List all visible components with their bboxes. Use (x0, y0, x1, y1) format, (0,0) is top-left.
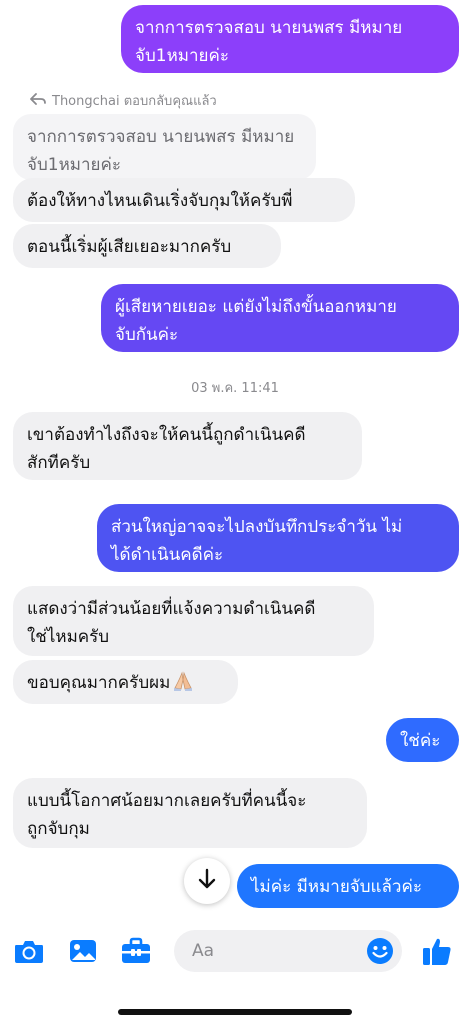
message-incoming[interactable]: ตอนนี้เริ่มผู้เสียเยอะมากครับ (13, 224, 281, 268)
arrow-down-icon (197, 868, 217, 894)
message-incoming[interactable]: ต้องให้ทางไหนเดินเริ่งจับกุมให้ครับพี่ (13, 178, 355, 222)
thumbs-up-icon[interactable] (420, 934, 454, 968)
composer-bar: Aa (0, 926, 470, 982)
timestamp: 03 พ.ค. 11:41 (191, 381, 279, 396)
folded-hands-icon (172, 670, 194, 692)
reply-arrow-icon (30, 92, 46, 109)
message-incoming[interactable]: แบบนี้โอกาศน้อยมากเลยครับที่คนนี้จะ ถูกจ… (13, 778, 367, 848)
reply-note: Thongchai ตอบกลับคุณแล้ว (30, 90, 217, 111)
message-outgoing[interactable]: ไม่ค่ะ มีหมายจับแล้วค่ะ (237, 864, 459, 908)
camera-icon[interactable] (12, 934, 46, 968)
scroll-to-bottom-button[interactable] (184, 858, 230, 904)
home-indicator (118, 1009, 352, 1015)
image-icon[interactable] (66, 934, 100, 968)
message-outgoing[interactable]: จากการตรวจสอบ นายนพสร มีหมาย จับ1หมายค่ะ (121, 5, 459, 73)
message-incoming[interactable]: เขาต้องทำไงถึงจะให้คนนี้ถูกดำเนินคดี สัก… (13, 412, 362, 480)
message-outgoing[interactable]: ใช่ค่ะ (386, 718, 459, 762)
toolbox-icon[interactable] (119, 934, 153, 968)
reply-note-text: Thongchai ตอบกลับคุณแล้ว (52, 94, 217, 109)
emoji-icon[interactable] (363, 934, 397, 968)
message-incoming[interactable]: ขอบคุณมากครับผม (13, 660, 238, 704)
message-incoming[interactable]: แสดงว่ามีส่วนน้อยที่แจ้งความดำเนินคดี ใช… (13, 586, 374, 656)
message-input-placeholder: Aa (192, 941, 215, 961)
message-outgoing[interactable]: ผู้เสียหายเยอะ แต่ยังไม่ถึงขั้นออกหมาย จ… (101, 284, 459, 352)
message-text: ขอบคุณมากครับผม (27, 673, 171, 693)
quoted-message[interactable]: จากการตรวจสอบ นายนพสร มีหมาย จับ1หมายค่ะ (13, 114, 316, 180)
message-outgoing[interactable]: ส่วนใหญ่อาจจะไปลงบันทึกประจำวัน ไม่ ได้ด… (97, 504, 459, 572)
